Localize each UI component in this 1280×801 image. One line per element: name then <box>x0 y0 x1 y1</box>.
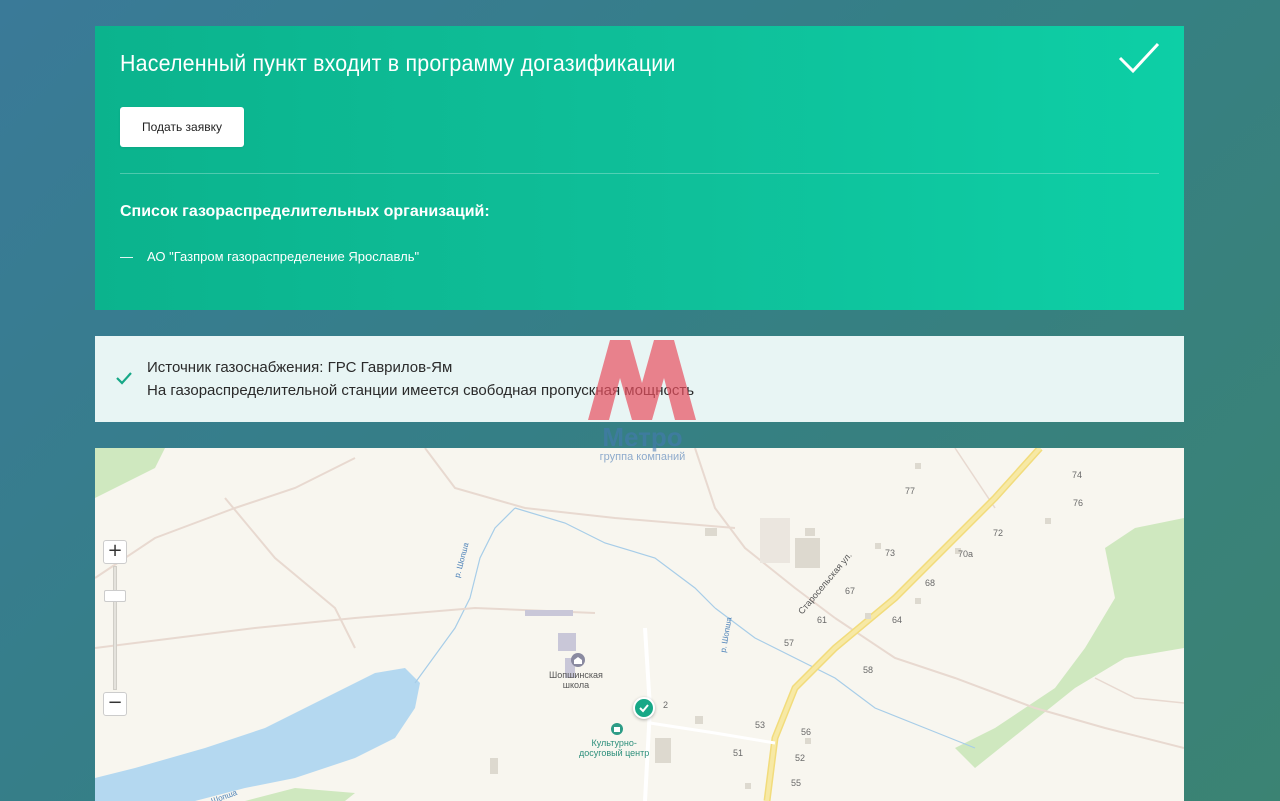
zoom-in-button[interactable]: + <box>103 540 127 564</box>
check-icon <box>116 372 132 385</box>
house-number: 52 <box>795 753 806 763</box>
map[interactable]: + − Старосельская ул. р. Шопша р. Шопша … <box>95 448 1184 801</box>
zoom-out-button[interactable]: − <box>103 692 127 716</box>
org-dash: — <box>120 249 133 264</box>
checkmark-icon <box>639 704 649 713</box>
org-name: АО "Газпром газораспределение Ярославль" <box>147 249 420 264</box>
house-number: 72 <box>993 528 1004 538</box>
school-icon[interactable] <box>570 652 586 668</box>
gas-source-card: Источник газоснабжения: ГРС Гаврилов-Ям … <box>95 336 1184 422</box>
capacity-text: На газораспределительной станции имеется… <box>147 382 695 399</box>
zoom-slider-handle[interactable] <box>104 590 126 602</box>
school-label: Шопшинская школа <box>549 670 603 690</box>
house-number: 70а <box>958 549 974 559</box>
house-number: 64 <box>892 615 903 625</box>
house-number: 55 <box>791 778 802 788</box>
house-number: 67 <box>845 586 856 596</box>
house-number: 2 <box>663 700 669 710</box>
house-number: 68 <box>925 578 936 588</box>
location-marker[interactable] <box>633 697 655 719</box>
house-number: 53 <box>755 720 766 730</box>
orgs-heading: Список газораспределительных организаций… <box>120 203 490 220</box>
culture-center-label: Культурно- досуговый центр <box>579 738 650 758</box>
house-number: 77 <box>905 486 916 496</box>
divider <box>120 173 1159 174</box>
house-number: 57 <box>784 638 795 648</box>
house-number: 56 <box>801 727 812 737</box>
checkmark-icon <box>1118 42 1160 74</box>
house-number: 74 <box>1072 470 1083 480</box>
culture-center-icon[interactable] <box>610 722 624 736</box>
zoom-slider-track[interactable] <box>113 566 117 690</box>
zoom-control: + − <box>103 540 127 716</box>
apply-button[interactable]: Подать заявку <box>120 107 244 147</box>
house-number: 61 <box>817 615 828 625</box>
house-number: 73 <box>885 548 896 558</box>
house-number: 51 <box>733 748 744 758</box>
program-card: Населенный пункт входит в программу дога… <box>95 26 1184 310</box>
gas-source-text: Источник газоснабжения: ГРС Гаврилов-Ям <box>147 359 453 376</box>
org-list-item: — АО "Газпром газораспределение Ярославл… <box>120 249 419 264</box>
program-title: Населенный пункт входит в программу дога… <box>120 50 676 76</box>
house-number: 76 <box>1073 498 1084 508</box>
house-number: 58 <box>863 665 874 675</box>
